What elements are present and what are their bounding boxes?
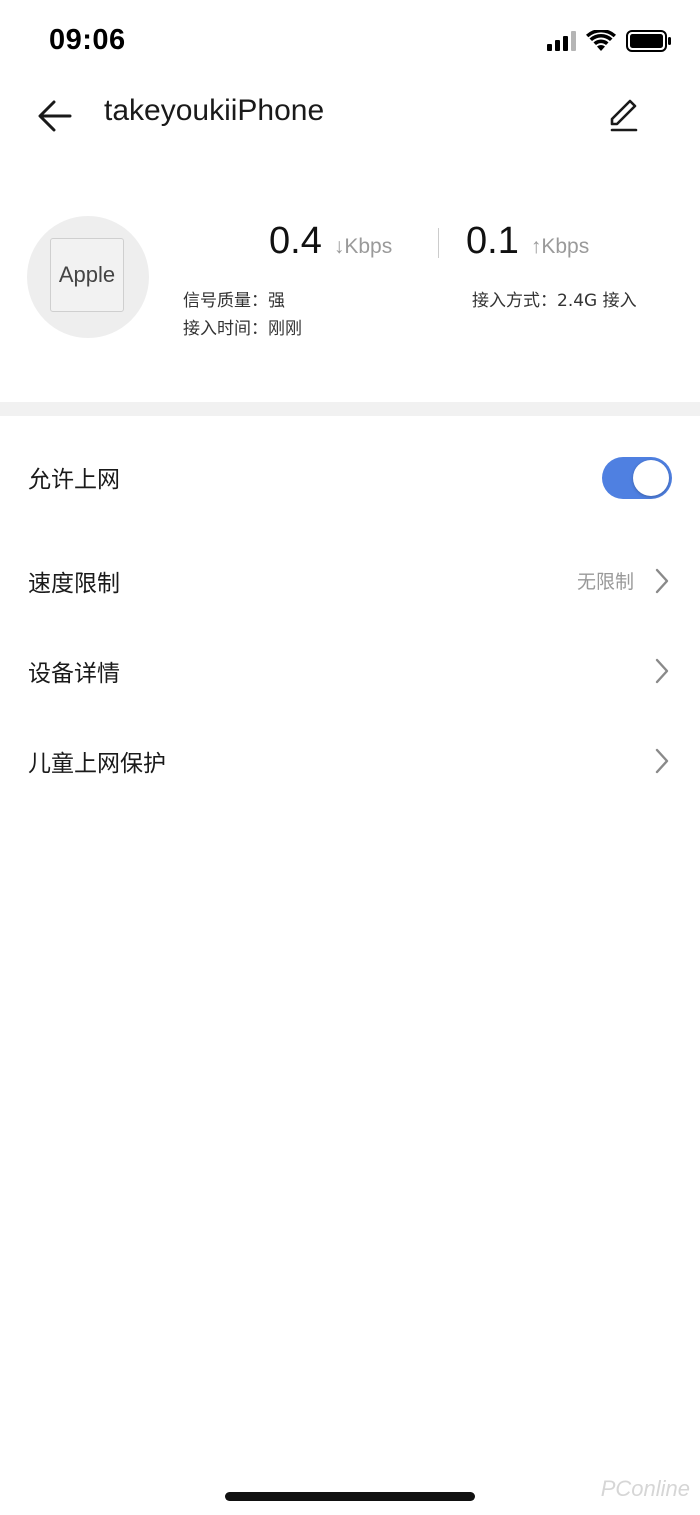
download-speed-value: 0.4 bbox=[269, 220, 322, 262]
wifi-icon bbox=[586, 28, 616, 56]
download-speed: 0.4 ↓Kbps bbox=[269, 220, 392, 263]
cellular-signal-icon bbox=[546, 30, 576, 56]
battery-icon bbox=[626, 30, 672, 56]
upload-speed-value: 0.1 bbox=[466, 220, 519, 262]
speed-limit-row[interactable]: 速度限制 无限制 bbox=[0, 536, 700, 626]
chevron-right-icon bbox=[655, 658, 669, 684]
device-brand-badge: Apple bbox=[50, 238, 124, 312]
section-divider bbox=[0, 402, 700, 416]
upload-speed: 0.1 ↑Kbps bbox=[466, 220, 589, 263]
child-protection-label: 儿童上网保护 bbox=[28, 751, 166, 777]
device-details-label: 设备详情 bbox=[28, 661, 120, 687]
page-title: takeyoukiiPhone bbox=[104, 94, 325, 127]
edit-button[interactable] bbox=[600, 90, 648, 138]
chevron-right-icon bbox=[655, 568, 669, 594]
speed-divider bbox=[438, 228, 439, 258]
chevron-right-icon bbox=[655, 748, 669, 774]
child-protection-row[interactable]: 儿童上网保护 bbox=[0, 716, 700, 806]
device-avatar: Apple bbox=[27, 216, 149, 338]
nav-bar: takeyoukiiPhone bbox=[0, 84, 700, 144]
signal-quality: 信号质量：强 bbox=[183, 291, 285, 311]
device-brand: Apple bbox=[58, 262, 116, 287]
speed-limit-label: 速度限制 bbox=[28, 571, 120, 597]
speed-limit-value: 无限制 bbox=[576, 571, 634, 593]
allow-internet-toggle[interactable] bbox=[602, 457, 672, 499]
status-bar: 09:06 bbox=[0, 0, 700, 84]
access-time: 接入时间：刚刚 bbox=[183, 319, 302, 339]
watermark-logo: PConline bbox=[600, 1476, 690, 1501]
back-button[interactable] bbox=[30, 90, 78, 138]
access-mode: 接入方式：2.4G 接入 bbox=[472, 291, 637, 311]
status-time: 09:06 bbox=[49, 24, 126, 56]
edit-pencil-icon bbox=[610, 99, 638, 132]
device-details-row[interactable]: 设备详情 bbox=[0, 626, 700, 716]
status-icons bbox=[546, 28, 672, 56]
toggle-knob bbox=[633, 460, 669, 496]
home-indicator[interactable] bbox=[225, 1492, 475, 1501]
allow-internet-label: 允许上网 bbox=[28, 467, 120, 493]
upload-speed-unit: ↑Kbps bbox=[530, 235, 590, 258]
arrow-left-icon bbox=[38, 100, 72, 132]
allow-internet-row: 允许上网 bbox=[0, 432, 700, 522]
device-summary: Apple 0.4 ↓Kbps 0.1 ↑Kbps 信号质量：强 接入时间：刚刚… bbox=[0, 186, 700, 400]
download-speed-unit: ↓Kbps bbox=[333, 235, 393, 258]
